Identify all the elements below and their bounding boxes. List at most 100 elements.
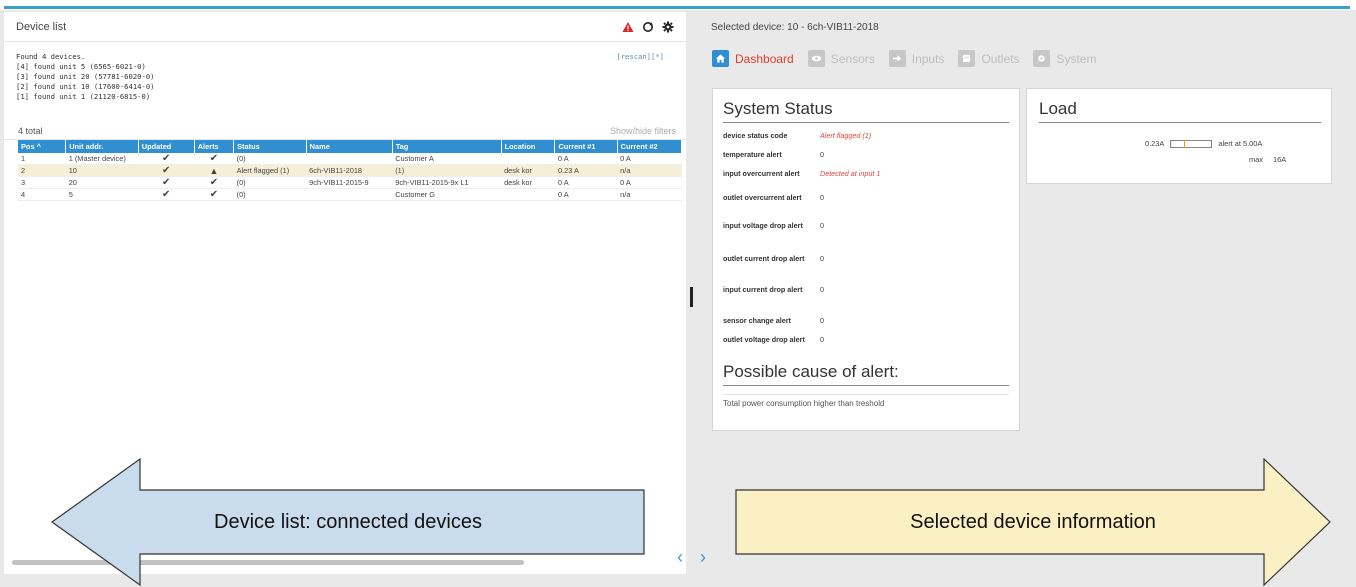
load-title: Load xyxy=(1039,99,1321,123)
tab-label: Dashboard xyxy=(735,51,794,66)
status-value: 0 xyxy=(820,193,824,202)
device-list-header: Device list xyxy=(4,12,686,42)
col-name[interactable]: Name xyxy=(306,140,393,153)
load-max-row: max 16A xyxy=(1249,155,1321,164)
cell-pos: 2 xyxy=(18,164,66,177)
table-header-row: Pos ^ Unit addr. Updated Alerts Status N… xyxy=(18,140,683,153)
col-unit[interactable]: Unit addr. xyxy=(65,140,139,153)
alert-warning-icon: ▲ xyxy=(194,164,234,177)
alert-cause-title: Possible cause of alert: xyxy=(723,362,1009,386)
alert-cause-text: Total power consumption higher than tres… xyxy=(723,394,1009,408)
refresh-icon[interactable] xyxy=(642,21,654,33)
col-tag[interactable]: Tag xyxy=(392,140,502,153)
alert-icon[interactable] xyxy=(622,21,634,33)
load-current-value: 0.23A xyxy=(1145,139,1165,148)
filters-toggle[interactable]: Show/hide filters xyxy=(610,126,676,136)
cell-pos: 1 xyxy=(18,153,66,165)
callout-right-text: Selected device information xyxy=(910,510,1156,533)
console-line: [3] found unit 20 (57781-6020-0) xyxy=(16,72,155,81)
col-status[interactable]: Status xyxy=(233,140,307,153)
cell-name: 9ch-VIB11-2015-9 xyxy=(306,176,393,189)
cell-pos: 3 xyxy=(18,176,66,189)
detail-tabs: Dashboard Sensors Inputs Outlets System xyxy=(712,50,1096,67)
system-status-title: System Status xyxy=(723,99,1009,123)
tab-system[interactable]: System xyxy=(1033,50,1096,67)
rescan-link[interactable]: [rescan][*] xyxy=(616,52,664,62)
gear-icon xyxy=(1033,50,1051,67)
status-key: input voltage drop alert xyxy=(723,221,803,230)
status-row: input voltage drop alert 0 xyxy=(723,222,1009,255)
status-value: 0 xyxy=(820,285,824,294)
tab-sensors[interactable]: Sensors xyxy=(807,50,875,67)
table-row[interactable]: 3 20 ✔ ✔ (0) 9ch-VIB11-2015-9 9ch-VIB11-… xyxy=(18,176,682,189)
cell-tag: Customer A xyxy=(392,153,502,165)
status-row: device status code Alert flagged (1) xyxy=(723,132,1009,151)
tab-label: Outlets xyxy=(981,51,1020,66)
cell-status: Alert flagged (1) xyxy=(233,164,307,177)
status-key: input current drop alert xyxy=(723,285,803,294)
outlet-icon xyxy=(958,50,976,67)
cell-name xyxy=(306,153,393,165)
top-accent-bar xyxy=(0,0,1356,10)
cell-status: (0) xyxy=(233,176,307,189)
callout-left-text: Device list: connected devices xyxy=(214,510,482,533)
status-key: temperature alert xyxy=(723,150,782,159)
device-table: Pos ^ Unit addr. Updated Alerts Status N… xyxy=(18,140,683,201)
cell-status: (0) xyxy=(233,188,307,201)
cell-current2: 0 A xyxy=(617,153,682,165)
tab-label: Sensors xyxy=(830,51,875,66)
status-value: Detected at input 1 xyxy=(820,169,881,178)
tab-inputs[interactable]: Inputs xyxy=(888,50,945,67)
cell-current1: 0 A xyxy=(554,188,618,201)
updated-check-icon: ✔ xyxy=(138,153,195,165)
cell-unit: 5 xyxy=(65,188,139,201)
system-status-card: System Status device status code Alert f… xyxy=(712,88,1020,431)
col-alerts[interactable]: Alerts xyxy=(194,140,235,153)
cell-tag: Customer G xyxy=(392,188,502,201)
table-row-selected[interactable]: 2 10 ✔ ▲ Alert flagged (1) 6ch-VIB11-201… xyxy=(18,164,682,177)
cell-current2: n/a xyxy=(617,188,682,201)
load-max-label: max xyxy=(1249,155,1263,164)
col-pos[interactable]: Pos ^ xyxy=(18,140,67,153)
col-updated[interactable]: Updated xyxy=(138,140,195,153)
status-row: sensor change alert 0 xyxy=(723,317,1009,336)
console-line: [4] found unit 5 (6565-6021-0) xyxy=(16,62,146,71)
alert-ok-icon: ✔ xyxy=(194,153,234,165)
home-icon xyxy=(712,50,729,67)
status-value: Alert flagged (1) xyxy=(820,131,872,140)
col-location[interactable]: Location xyxy=(501,140,556,153)
table-row[interactable]: 1 1 (Master device) ✔ ✔ (0) Customer A 0… xyxy=(18,153,682,165)
cell-location xyxy=(501,188,555,201)
status-value: 0 xyxy=(820,316,824,325)
selected-device-label: Selected device: 10 - 6ch-VIB11-2018 xyxy=(711,22,879,33)
alert-ok-icon: ✔ xyxy=(194,176,234,189)
tab-outlets[interactable]: Outlets xyxy=(958,50,1019,67)
cell-location xyxy=(501,153,555,165)
panel-splitter-handle[interactable] xyxy=(690,287,693,307)
console-line: Found 4 devices. xyxy=(16,52,86,61)
settings-icon[interactable] xyxy=(662,21,674,33)
status-key: outlet overcurrent alert xyxy=(723,193,802,202)
device-list-toolbar xyxy=(622,21,674,33)
tab-dashboard[interactable]: Dashboard xyxy=(712,50,794,67)
status-key: sensor change alert xyxy=(723,316,791,325)
cell-pos: 4 xyxy=(18,188,66,201)
scan-console: Found 4 devices. [4] found unit 5 (6565-6… xyxy=(4,42,686,122)
cell-tag: (1) xyxy=(392,164,502,177)
load-bar-fill xyxy=(1171,140,1172,147)
cell-tag: 9ch-VIB11-2015-9x L1 xyxy=(392,176,502,189)
device-list-title: Device list xyxy=(16,20,67,33)
table-row[interactable]: 4 5 ✔ ✔ (0) Customer G 0 A n/a xyxy=(18,188,682,201)
cell-location: desk kor xyxy=(501,176,555,189)
status-key: input overcurrent alert xyxy=(723,169,800,178)
col-current1[interactable]: Current #1 xyxy=(554,140,618,153)
tab-label: Inputs xyxy=(911,51,945,66)
load-card: Load 0.23A alert at 5.00A max 16A xyxy=(1026,88,1332,184)
status-value: 0 xyxy=(820,335,824,344)
col-current2[interactable]: Current #2 xyxy=(617,140,683,153)
sign-in-icon xyxy=(888,50,906,67)
updated-check-icon: ✔ xyxy=(138,188,195,201)
status-value: 0 xyxy=(820,221,824,230)
callout-arrow-left: Device list: connected devices xyxy=(50,458,646,586)
console-line: [1] found unit 1 (21120-6815-0) xyxy=(16,92,151,101)
